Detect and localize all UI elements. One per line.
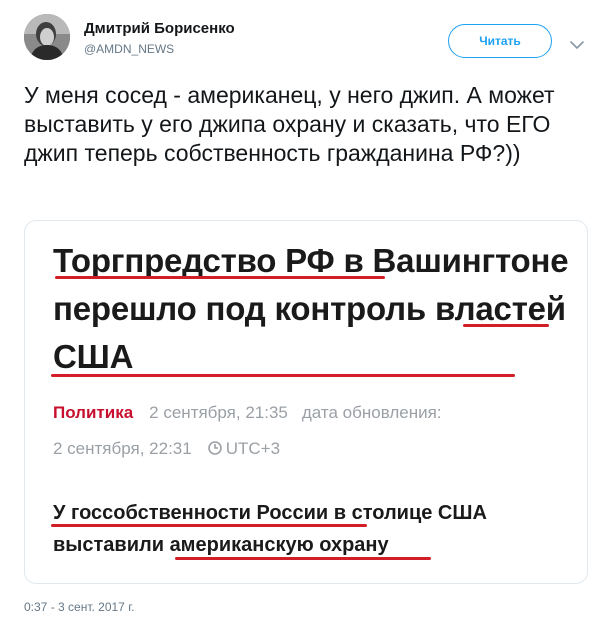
follow-button[interactable]: Читать: [448, 24, 552, 58]
chevron-down-icon[interactable]: [569, 37, 585, 49]
news-card[interactable]: Торгпредство РФ в Вашингтоне перешло под…: [24, 220, 588, 584]
avatar[interactable]: [24, 14, 70, 60]
card-lead: У госсобственности России в столице США …: [53, 502, 487, 556]
tweet: Дмитрий Борисенко @AMDN_NEWS Читать У ме…: [0, 0, 615, 629]
author-block[interactable]: Дмитрий Борисенко @AMDN_NEWS: [84, 19, 235, 57]
headline-underline: [51, 374, 515, 377]
author-handle[interactable]: @AMDN_NEWS: [84, 41, 235, 57]
author-name[interactable]: Дмитрий Борисенко: [84, 19, 235, 39]
card-meta: Политика 2 сентября, 21:35 дата обновления…: [53, 401, 442, 425]
headline-underline: [55, 276, 385, 279]
card-date: 2 сентября, 21:35: [149, 403, 288, 422]
tweet-text: У меня сосед - американец, у него джип. …: [24, 82, 555, 166]
card-updated-label: дата обновления:: [301, 403, 442, 422]
card-headline: Торгпредство РФ в Вашингтоне перешло под…: [53, 242, 569, 375]
tweet-timestamp[interactable]: 0:37 - 3 сент. 2017 г.: [24, 600, 134, 614]
card-category[interactable]: Политика: [53, 403, 133, 422]
card-timezone: UTC+3: [225, 439, 281, 458]
clock-icon: [207, 438, 222, 455]
card-updated-date: 2 сентября, 22:31: [53, 439, 192, 458]
card-meta-updated: 2 сентября, 22:31 UTC+3: [53, 437, 280, 461]
lead-underline: [175, 557, 431, 560]
headline-underline: [463, 324, 549, 327]
lead-underline: [51, 524, 367, 527]
